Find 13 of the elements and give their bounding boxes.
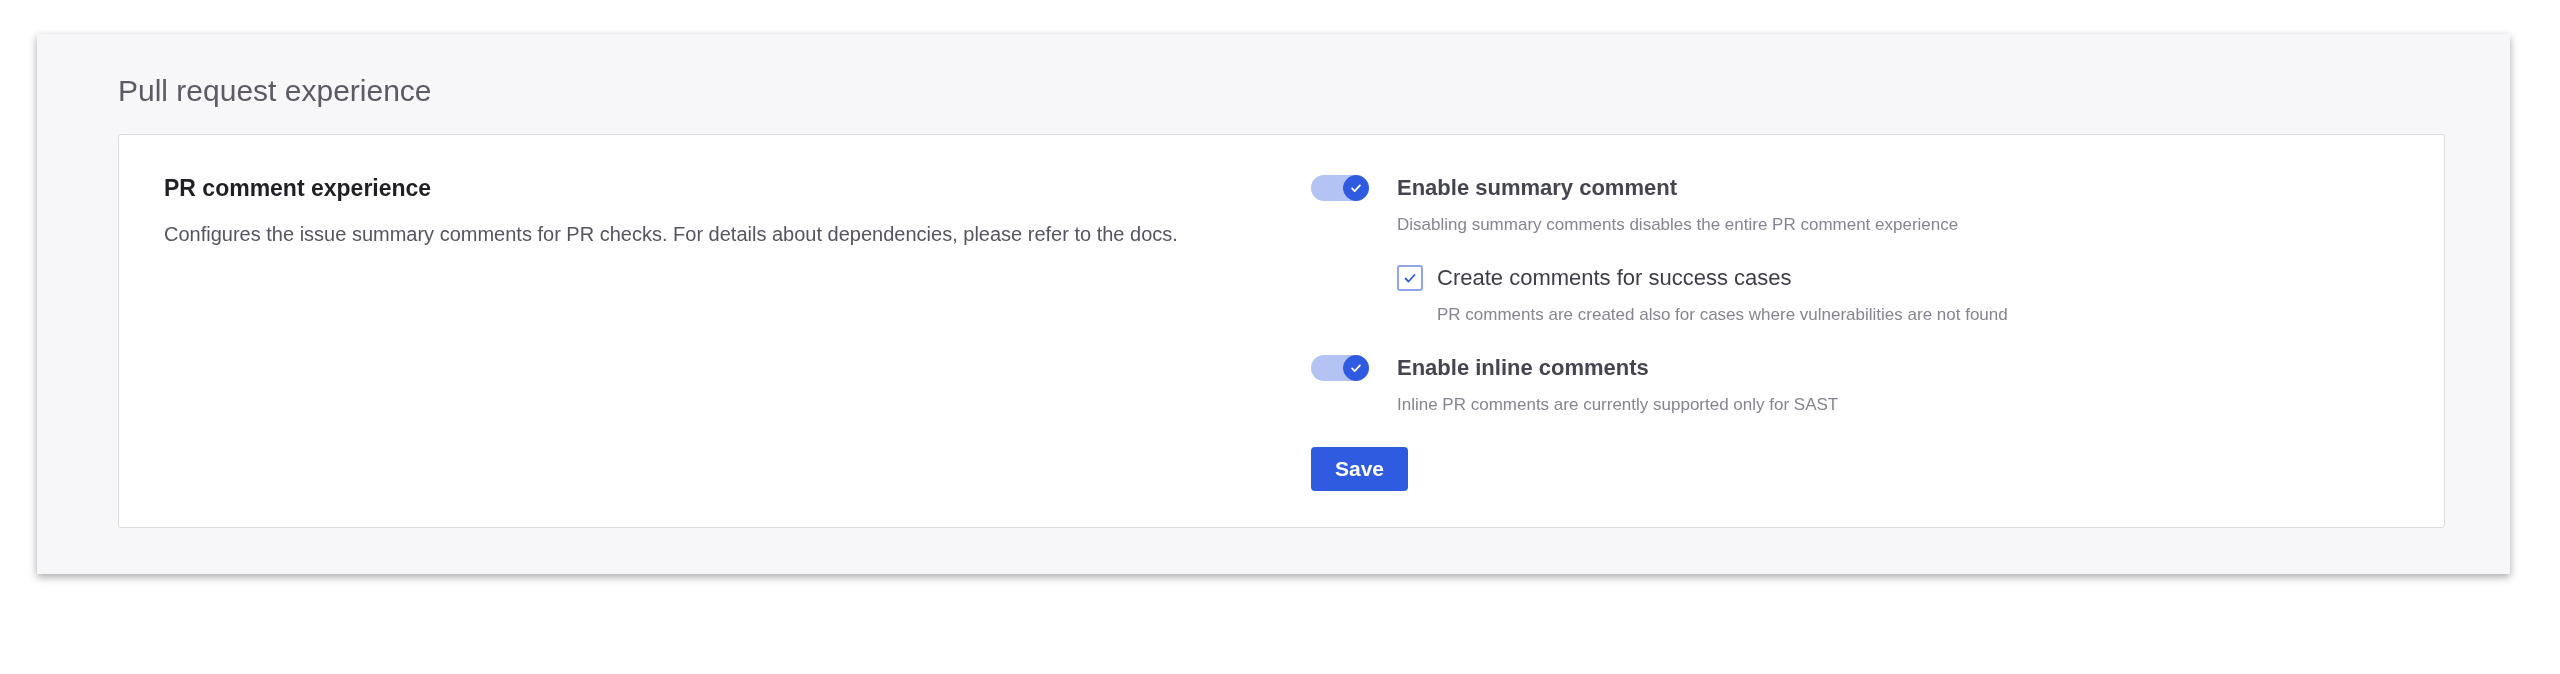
save-button[interactable]: Save [1311, 447, 1409, 491]
option-label: Enable summary comment [1397, 175, 1678, 201]
option-hint: Inline PR comments are currently supported only for SAST [1397, 395, 1839, 415]
toggle-switch[interactable] [1311, 355, 1369, 381]
option-hint: Disabling summary comments disables the entire PR comment experience [1397, 215, 1959, 235]
option-label: Create comments for success cases [1437, 265, 1793, 291]
option-label: Enable inline comments [1397, 355, 1650, 381]
card-description: Configures the issue summary comments for PR checks. For details about dependencies, please refer to the docs. [164, 222, 1179, 247]
section-title: Pull request experience [118, 74, 433, 108]
checkbox[interactable] [1397, 265, 1423, 291]
option-hint: PR comments are created also for cases where vulnerabilities are not found [1437, 305, 2008, 325]
toggle-switch[interactable] [1311, 175, 1369, 201]
card-heading: PR comment experience [164, 175, 433, 202]
